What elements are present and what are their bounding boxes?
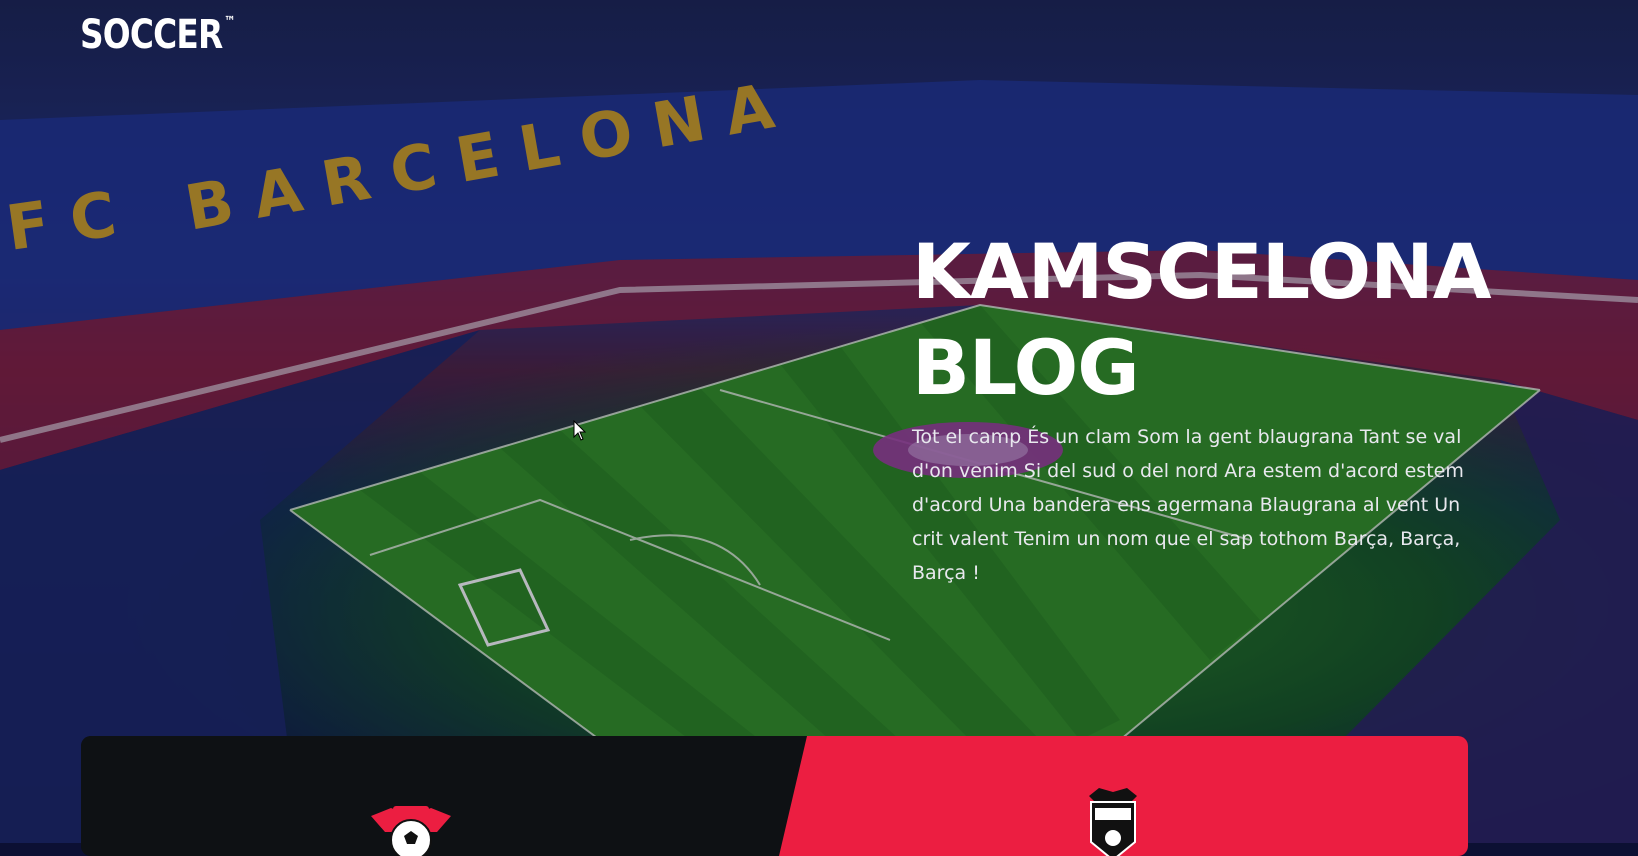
hero-title: KAMSCELONA BLOG xyxy=(912,224,1572,416)
hero-title-line1: KAMSCELONA xyxy=(912,227,1492,316)
feature-card-right[interactable] xyxy=(779,736,1468,856)
soccer-shield-icon xyxy=(1089,788,1137,856)
logo-text: SOCCER xyxy=(80,12,223,58)
hero-title-line2: BLOG xyxy=(912,323,1140,412)
feature-cards xyxy=(81,736,1468,856)
site-logo[interactable]: SOCCER ™ xyxy=(80,12,236,58)
mouse-cursor-icon xyxy=(573,420,587,441)
feature-card-left[interactable] xyxy=(81,736,811,856)
hero-description: Tot el camp És un clam Som la gent blaug… xyxy=(912,426,1464,584)
football-badge-icon xyxy=(371,806,451,856)
trademark-mark: ™ xyxy=(224,14,235,30)
